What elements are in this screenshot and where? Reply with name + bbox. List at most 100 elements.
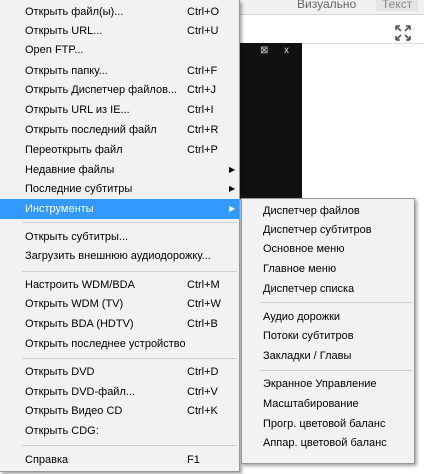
tab-visual[interactable]: Визуально — [297, 0, 356, 11]
tools-submenu: Диспетчер файлов Диспетчер субтитров Осн… — [241, 198, 415, 464]
menu-item-shortcut: Ctrl+U — [187, 25, 219, 37]
submenu-arrow-icon: ▶ — [229, 204, 236, 213]
fullscreen-expand-icon[interactable] — [394, 24, 412, 42]
menu-item-shortcut: Ctrl+D — [187, 366, 219, 378]
submenu-item-bookmarks-chapters[interactable]: Закладки / Главы — [242, 346, 414, 366]
submenu-item-main-menu[interactable]: Главное меню — [242, 259, 414, 279]
editor-tab-bar: Визуально Текст — [232, 0, 424, 15]
menu-item-label: Открыть DVD — [25, 366, 95, 378]
menu-item-open-folder[interactable]: Открыть папку... Ctrl+F — [0, 61, 239, 81]
submenu-item-label: Потоки субтитров — [263, 330, 354, 342]
submenu-item-label: Масштабирование — [263, 398, 359, 410]
submenu-item-basic-menu[interactable]: Основное меню — [242, 239, 414, 259]
menu-item-tools[interactable]: Инструменты ▶ — [0, 199, 239, 219]
close-icon[interactable]: x — [284, 46, 289, 56]
submenu-item-label: Диспетчер субтитров — [263, 224, 372, 236]
menu-item-open-last-file[interactable]: Открыть последний файл Ctrl+R — [0, 120, 239, 140]
submenu-item-subtitle-manager[interactable]: Диспетчер субтитров — [242, 220, 414, 240]
menu-item-open-files[interactable]: Открыть файл(ы)... Ctrl+O — [0, 2, 239, 22]
menu-item-open-video-cd[interactable]: Открыть Видео CD Ctrl+K — [0, 401, 239, 421]
menu-item-label: Open FTP... — [25, 44, 84, 56]
menu-item-open-url-ie[interactable]: Открыть URL из IE... Ctrl+I — [0, 100, 239, 120]
menu-separator — [22, 445, 237, 446]
menu-item-open-last-device[interactable]: Открыть последнее устройство — [0, 334, 239, 354]
submenu-item-hardware-color-balance[interactable]: Аппар. цветовой баланс — [242, 433, 414, 453]
menu-item-label: Загрузить внешнюю аудиодорожку... — [25, 250, 211, 262]
menu-item-shortcut: Ctrl+K — [187, 405, 218, 417]
menu-item-shortcut: Ctrl+I — [187, 104, 214, 116]
submenu-item-label: Прогр. цветовой баланс — [263, 418, 386, 430]
menu-item-label: Открыть последнее устройство — [25, 338, 186, 350]
player-video-area — [232, 43, 302, 199]
menu-item-recent-files[interactable]: Недавние файлы ▶ — [0, 160, 239, 180]
menu-item-label: Открыть последний файл — [25, 124, 157, 136]
file-context-menu: Открыть файл(ы)... Ctrl+O Открыть URL... C… — [0, 0, 240, 472]
menu-item-label: Открыть BDA (HDTV) — [25, 318, 134, 330]
menu-item-shortcut: Ctrl+M — [187, 279, 220, 291]
menu-item-label: Открыть Диспетчер файлов... — [25, 84, 178, 96]
submenu-item-label: Диспетчер списка — [263, 283, 355, 295]
submenu-arrow-icon: ▶ — [229, 165, 236, 174]
menu-item-setup-wdm-bda[interactable]: Настроить WDM/BDA Ctrl+M — [0, 275, 239, 295]
submenu-item-osd-control[interactable]: Экранное Управление — [242, 374, 414, 394]
menu-item-label: Открыть DVD-файл... — [25, 386, 136, 398]
menu-item-reopen-file[interactable]: Переоткрыть файл Ctrl+P — [0, 140, 239, 160]
menu-item-shortcut: Ctrl+R — [187, 124, 219, 136]
submenu-item-audio-tracks[interactable]: Аудио дорожки — [242, 307, 414, 327]
menu-separator — [22, 271, 237, 272]
player-window-controls: ⊠ x — [258, 46, 298, 58]
menu-item-open-cdg[interactable]: Открыть CDG: — [0, 421, 239, 441]
submenu-item-label: Аппар. цветовой баланс — [263, 437, 387, 449]
menu-item-label: Недавние файлы — [25, 164, 115, 176]
menu-item-shortcut: Ctrl+B — [187, 318, 218, 330]
menu-item-shortcut: Ctrl+W — [187, 298, 221, 310]
submenu-item-label: Закладки / Главы — [263, 350, 352, 362]
submenu-item-label: Главное меню — [263, 263, 337, 275]
tab-text[interactable]: Текст — [376, 0, 419, 11]
menu-item-label: Открыть WDM (TV) — [25, 298, 124, 310]
submenu-separator — [260, 370, 412, 371]
menu-item-label: Инструменты — [25, 203, 94, 215]
submenu-item-software-color-balance[interactable]: Прогр. цветовой баланс — [242, 414, 414, 434]
menu-item-label: Открыть URL из IE... — [25, 104, 130, 116]
menu-item-label: Открыть субтитры... — [25, 231, 129, 243]
menu-separator — [22, 358, 237, 359]
menu-separator — [22, 222, 237, 223]
menu-item-label: Открыть папку... — [25, 65, 108, 77]
menu-item-shortcut: Ctrl+J — [187, 84, 217, 96]
submenu-item-playlist-manager[interactable]: Диспетчер списка — [242, 279, 414, 299]
menu-item-open-url[interactable]: Открыть URL... Ctrl+U — [0, 21, 239, 41]
menu-item-open-dvd[interactable]: Открыть DVD Ctrl+D — [0, 362, 239, 382]
menu-item-recent-subtitles[interactable]: Последние субтитры ▶ — [0, 179, 239, 199]
submenu-separator — [260, 302, 412, 303]
menu-item-label: Последние субтитры — [25, 183, 133, 195]
submenu-item-label: Диспетчер файлов — [263, 205, 360, 217]
menu-item-label: Открыть файл(ы)... — [25, 6, 124, 18]
menu-item-label: Справка — [25, 454, 69, 466]
menu-item-open-subtitles[interactable]: Открыть субтитры... — [0, 227, 239, 247]
submenu-item-file-manager[interactable]: Диспетчер файлов — [242, 201, 414, 221]
menu-item-help[interactable]: Справка F1 — [0, 450, 239, 470]
menu-item-label: Открыть Видео CD — [25, 405, 123, 417]
menu-item-shortcut: Ctrl+F — [187, 65, 218, 77]
menu-item-label: Переоткрыть файл — [25, 144, 123, 156]
menu-item-shortcut: F1 — [187, 454, 200, 466]
restore-icon[interactable]: ⊠ — [260, 46, 268, 56]
submenu-item-subtitle-streams[interactable]: Потоки субтитров — [242, 326, 414, 346]
menu-item-open-bda-hdtv[interactable]: Открыть BDA (HDTV) Ctrl+B — [0, 314, 239, 334]
menu-item-load-audio-track[interactable]: Загрузить внешнюю аудиодорожку... — [0, 246, 239, 266]
submenu-item-scaling[interactable]: Масштабирование — [242, 394, 414, 414]
submenu-item-label: Основное меню — [263, 243, 345, 255]
menu-item-open-wdm-tv[interactable]: Открыть WDM (TV) Ctrl+W — [0, 294, 239, 314]
menu-item-shortcut: Ctrl+P — [187, 144, 218, 156]
submenu-item-label: Экранное Управление — [263, 378, 377, 390]
submenu-arrow-icon: ▶ — [229, 184, 236, 193]
menu-item-shortcut: Ctrl+V — [187, 386, 218, 398]
menu-item-open-file-manager[interactable]: Открыть Диспетчер файлов... Ctrl+J — [0, 80, 239, 100]
submenu-item-label: Аудио дорожки — [263, 311, 341, 323]
menu-item-label: Открыть CDG: — [25, 425, 99, 437]
menu-item-open-dvd-file[interactable]: Открыть DVD-файл... Ctrl+V — [0, 382, 239, 402]
menu-item-open-ftp[interactable]: Open FTP... — [0, 40, 239, 60]
menu-item-label: Настроить WDM/BDA — [25, 279, 135, 291]
menu-item-shortcut: Ctrl+O — [187, 6, 220, 18]
